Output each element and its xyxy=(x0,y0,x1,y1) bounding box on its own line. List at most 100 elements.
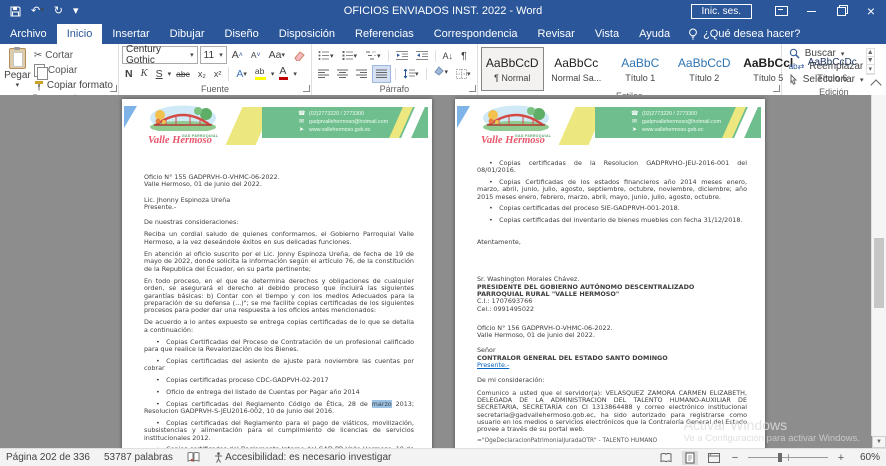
subscript-button[interactable]: x₂ xyxy=(195,66,209,82)
search-icon xyxy=(789,48,800,59)
increase-indent-button[interactable] xyxy=(413,48,431,64)
tab-disposición[interactable]: Disposición xyxy=(269,24,345,44)
close-button[interactable]: × xyxy=(856,0,886,22)
tab-inicio[interactable]: Inicio xyxy=(57,24,103,44)
show-hide-marks-button[interactable]: ¶ xyxy=(458,48,470,64)
align-center-button[interactable] xyxy=(334,66,351,82)
grow-font-button[interactable]: A˄ xyxy=(229,47,246,63)
letterhead-web: www.vallehermoso.gob.ec xyxy=(309,127,371,134)
style-card[interactable]: AaBbCcNormal Sa... xyxy=(545,47,608,91)
borders-button[interactable]: ▾ xyxy=(453,66,474,82)
strikethrough-button[interactable]: abc xyxy=(173,66,193,82)
tab-correspondencia[interactable]: Correspondencia xyxy=(424,24,528,44)
zoom-slider[interactable] xyxy=(748,457,828,458)
bold-button[interactable]: N xyxy=(122,66,136,82)
change-case-button[interactable]: Aa▾ xyxy=(266,47,288,63)
clear-formatting-button[interactable] xyxy=(290,47,308,63)
tab-archivo[interactable]: Archivo xyxy=(0,24,57,44)
document-area[interactable]: Valle HermosoGAD PARROQUIAL ☎(02)2773220… xyxy=(0,95,886,448)
italic-button[interactable]: K xyxy=(138,66,151,82)
underline-button[interactable]: S xyxy=(153,66,166,82)
styles-dialog-launcher-icon[interactable] xyxy=(773,85,780,92)
tab-vista[interactable]: Vista xyxy=(585,24,629,44)
highlight-color-button[interactable]: ab xyxy=(252,66,269,82)
zoom-level[interactable]: 60% xyxy=(854,452,880,463)
save-icon[interactable] xyxy=(10,6,21,17)
undo-dropdown-icon[interactable]: ▾ xyxy=(40,0,44,22)
decrease-indent-button[interactable] xyxy=(393,48,411,64)
vertical-scrollbar-thumb[interactable] xyxy=(874,238,884,308)
read-mode-button[interactable] xyxy=(658,451,674,465)
restore-button[interactable] xyxy=(826,0,856,22)
font-family-select[interactable]: Century Gothic▾ xyxy=(122,46,198,64)
tab-diseño[interactable]: Diseño xyxy=(215,24,269,44)
justify-button[interactable] xyxy=(372,65,391,83)
tab-dibujar[interactable]: Dibujar xyxy=(160,24,215,44)
select-button[interactable]: Seleccionar▾ xyxy=(789,74,879,85)
vertical-scrollbar[interactable] xyxy=(871,95,886,436)
bullets-button[interactable]: ▾ xyxy=(315,48,337,64)
replace-button[interactable]: ab⇄ Reemplazar xyxy=(789,61,879,72)
copy-button[interactable]: Copiar xyxy=(32,63,115,78)
shading-button[interactable]: ▾ xyxy=(431,66,452,82)
line-spacing-button[interactable]: ▾ xyxy=(400,66,422,82)
find-button[interactable]: Buscar▾ xyxy=(789,48,879,59)
underline-dropdown-icon[interactable]: ▾ xyxy=(168,70,172,78)
multilevel-list-button[interactable]: ▾ xyxy=(362,48,384,64)
format-painter-icon xyxy=(34,80,44,91)
tab-ayuda[interactable]: Ayuda xyxy=(629,24,680,44)
style-preview: AaBbC xyxy=(621,56,659,70)
style-card[interactable]: AaBbCTítulo 1 xyxy=(609,47,672,91)
style-preview: AaBbCcD xyxy=(486,56,539,70)
paragraph-dialog-launcher-icon[interactable] xyxy=(469,85,476,92)
customize-quick-access-icon[interactable]: ▾ xyxy=(73,0,79,22)
font-group: Century Gothic▾ 11▾ A˄ A˅ Aa▾ N K S▾ abc… xyxy=(119,44,312,95)
font-color-dropdown-icon[interactable]: ▾ xyxy=(293,70,297,78)
superscript-button[interactable]: x² xyxy=(211,66,225,82)
paste-dropdown-icon[interactable]: ▾ xyxy=(16,81,20,89)
shrink-font-button[interactable]: A˅ xyxy=(248,47,264,63)
clipboard-dialog-launcher-icon[interactable] xyxy=(110,85,117,92)
letterhead-contact-banner: ☎(02)2773220 / 2773300 ✉gadprvallehermos… xyxy=(595,107,761,138)
ribbon-display-options-button[interactable] xyxy=(766,0,796,22)
numbering-button[interactable]: ▾ xyxy=(339,48,361,64)
style-card[interactable]: AaBbCcDTítulo 2 xyxy=(673,47,736,91)
redo-icon[interactable]: ↻ xyxy=(54,0,63,22)
sign-in-button[interactable]: Inic. ses. xyxy=(691,4,752,19)
document-text[interactable]: Oficio N° 155 GADPRVH-O-VHMC-06-2022.Val… xyxy=(122,151,432,448)
cut-button[interactable]: ✂Cortar xyxy=(32,48,115,63)
doc-bullet-item: • Copias Certificadas de los estados fin… xyxy=(477,179,747,201)
style-card[interactable]: AaBbCcD¶ Normal xyxy=(481,47,544,91)
align-left-icon xyxy=(318,69,329,79)
tab-insertar[interactable]: Insertar xyxy=(102,24,159,44)
document-page-203[interactable]: Valle HermosoGAD PARROQUIAL ☎(02)2773220… xyxy=(455,99,765,448)
zoom-in-button[interactable]: + xyxy=(836,452,846,464)
zoom-slider-thumb[interactable] xyxy=(778,453,782,462)
proofing-status-icon[interactable] xyxy=(187,452,200,463)
text-effects-button[interactable]: A▾ xyxy=(233,66,250,82)
tab-revisar[interactable]: Revisar xyxy=(528,24,585,44)
tab-referencias[interactable]: Referencias xyxy=(345,24,424,44)
print-layout-button[interactable] xyxy=(682,451,698,465)
tell-me-box[interactable]: ¿Qué desea hacer? xyxy=(680,24,808,44)
format-painter-button[interactable]: Copiar formato xyxy=(32,78,115,93)
document-page-202[interactable]: Valle HermosoGAD PARROQUIAL ☎(02)2773220… xyxy=(122,99,432,448)
font-dialog-launcher-icon[interactable] xyxy=(303,85,310,92)
align-left-button[interactable] xyxy=(315,66,332,82)
page-number-indicator[interactable]: Página 202 de 336 xyxy=(6,452,90,463)
highlight-dropdown-icon[interactable]: ▾ xyxy=(271,70,275,78)
scrollbar-down-icon[interactable]: ▼ xyxy=(872,436,886,448)
accessibility-checker[interactable]: Accesibilidad: es necesario investigar xyxy=(214,452,391,463)
sort-button[interactable]: A↓ xyxy=(440,48,457,64)
doc-line: Reciba un cordial saludo de quienes conf… xyxy=(144,231,414,246)
font-size-select[interactable]: 11▾ xyxy=(200,46,227,64)
minimize-button[interactable] xyxy=(796,0,826,22)
web-layout-button[interactable] xyxy=(706,451,722,465)
align-right-button[interactable] xyxy=(353,66,370,82)
zoom-out-button[interactable]: − xyxy=(730,452,740,464)
document-text[interactable]: • Copias certificadas de la Resolucion G… xyxy=(455,151,765,446)
undo-icon[interactable]: ↶▾ xyxy=(31,0,44,22)
font-color-button[interactable]: A xyxy=(276,66,291,82)
paste-button[interactable]: Pegar ▾ xyxy=(3,46,32,89)
word-count-indicator[interactable]: 53787 palabras xyxy=(104,452,173,463)
